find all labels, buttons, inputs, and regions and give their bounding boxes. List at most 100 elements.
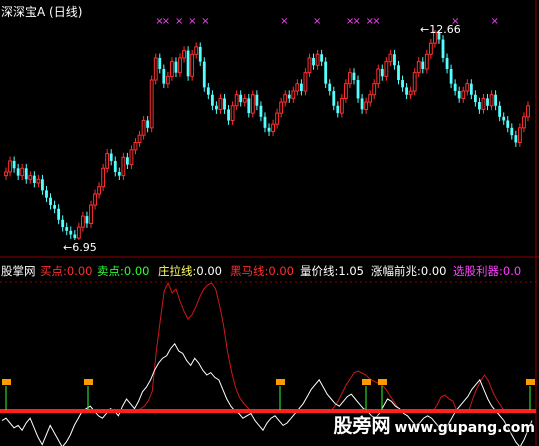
x-marker: × bbox=[201, 16, 209, 27]
candle-body bbox=[202, 61, 206, 88]
candle-body bbox=[97, 186, 102, 195]
candle-body bbox=[149, 79, 154, 129]
candle-body bbox=[121, 156, 126, 177]
watermark-cn: 股旁网 bbox=[333, 415, 391, 437]
candle-body bbox=[259, 105, 263, 117]
candle-body bbox=[380, 68, 384, 77]
signal-marker bbox=[276, 379, 285, 385]
candle-body bbox=[80, 215, 85, 228]
candle-body bbox=[165, 75, 170, 85]
high-price-label: ←12.66 bbox=[420, 23, 461, 36]
candle-body bbox=[522, 116, 526, 129]
candle-body bbox=[4, 171, 8, 177]
candle-body bbox=[146, 120, 150, 128]
candle-body bbox=[113, 160, 117, 172]
x-marker: × bbox=[188, 16, 196, 27]
candle-body bbox=[194, 46, 199, 55]
candle-body bbox=[215, 105, 218, 110]
candle-body bbox=[234, 94, 239, 107]
candle-body bbox=[295, 83, 300, 92]
candle-body bbox=[178, 57, 182, 74]
candle-body bbox=[267, 127, 271, 132]
candle-body bbox=[283, 94, 288, 103]
candle-body bbox=[76, 226, 81, 239]
candle-body bbox=[141, 119, 146, 136]
candle-body bbox=[117, 171, 121, 176]
candle-body bbox=[489, 94, 494, 107]
candle-body bbox=[498, 105, 502, 117]
candle-body bbox=[242, 97, 247, 103]
candle-body bbox=[230, 105, 235, 121]
candle-body bbox=[263, 116, 267, 128]
candle-body bbox=[247, 98, 251, 114]
candle-body bbox=[486, 98, 489, 106]
candle-body bbox=[412, 72, 417, 92]
candle-body bbox=[105, 153, 110, 169]
x-marker: × bbox=[280, 16, 288, 27]
candle-body bbox=[291, 90, 296, 99]
candle-body bbox=[73, 234, 77, 239]
candle-body bbox=[469, 83, 473, 95]
candle-body bbox=[473, 94, 477, 103]
candle-body bbox=[481, 97, 486, 110]
candle-body bbox=[28, 175, 33, 180]
candle-body bbox=[441, 39, 445, 58]
legend-liangjia: 量价线:1.05 bbox=[300, 264, 364, 278]
signal-marker bbox=[526, 379, 535, 385]
candle-body bbox=[20, 167, 25, 177]
candle-body bbox=[424, 53, 429, 70]
candle-body bbox=[16, 168, 20, 176]
candle-body bbox=[343, 83, 348, 99]
candle-body bbox=[32, 175, 36, 183]
candle-body bbox=[279, 101, 284, 114]
candle-body bbox=[287, 94, 291, 99]
legend-sell: 卖点:0.00 bbox=[97, 264, 150, 278]
candle-body bbox=[315, 53, 320, 66]
candle-body bbox=[223, 98, 226, 110]
candle-body bbox=[250, 94, 255, 114]
candle-body bbox=[36, 178, 41, 184]
candle-body bbox=[348, 72, 352, 85]
candle-body bbox=[109, 153, 113, 161]
candle-body bbox=[416, 61, 421, 74]
candle-body bbox=[190, 53, 195, 77]
candle-body bbox=[445, 57, 449, 69]
candle-body bbox=[453, 83, 457, 92]
candle-body bbox=[153, 57, 158, 81]
watermark: 股旁网 www.gupang.com bbox=[333, 411, 535, 438]
candle-body bbox=[364, 101, 369, 110]
candle-body bbox=[328, 83, 332, 92]
candle-body bbox=[384, 61, 389, 77]
candle-body bbox=[49, 197, 52, 206]
candle-body bbox=[397, 65, 400, 81]
candle-body bbox=[198, 46, 202, 62]
signal-marker bbox=[378, 379, 387, 385]
candle-body bbox=[428, 42, 433, 55]
candle-body bbox=[174, 61, 178, 73]
candlestick-series bbox=[4, 30, 530, 240]
x-marker: × bbox=[352, 16, 360, 27]
chart-title: 深深宝A (日线) bbox=[1, 5, 83, 19]
candle-body bbox=[65, 227, 69, 231]
candle-body bbox=[129, 149, 134, 166]
candle-body bbox=[101, 167, 106, 188]
signal-marker bbox=[2, 379, 11, 385]
x-marker: × bbox=[372, 16, 380, 27]
candle-body bbox=[332, 91, 336, 106]
candle-body bbox=[85, 216, 89, 224]
candle-body bbox=[61, 219, 65, 228]
candle-body bbox=[510, 127, 514, 136]
candle-body bbox=[506, 120, 510, 128]
candle-body bbox=[186, 50, 190, 77]
legend-heima: 黑马线:0.00 bbox=[230, 264, 294, 278]
candle-body bbox=[303, 72, 308, 92]
series-heima-line bbox=[2, 281, 532, 412]
candle-body bbox=[356, 80, 360, 99]
indicator-legend: 股掌网 买点:0.00 卖点:0.00 庄拉线:0.00 黑马线:0.00 量价… bbox=[0, 263, 539, 279]
candle-body bbox=[299, 83, 303, 92]
candle-body bbox=[368, 94, 373, 103]
legend-zhuang: 庄拉线:0.00 bbox=[158, 264, 222, 278]
candle-body bbox=[53, 205, 56, 209]
candle-body bbox=[408, 90, 413, 96]
candle-body bbox=[41, 179, 44, 191]
